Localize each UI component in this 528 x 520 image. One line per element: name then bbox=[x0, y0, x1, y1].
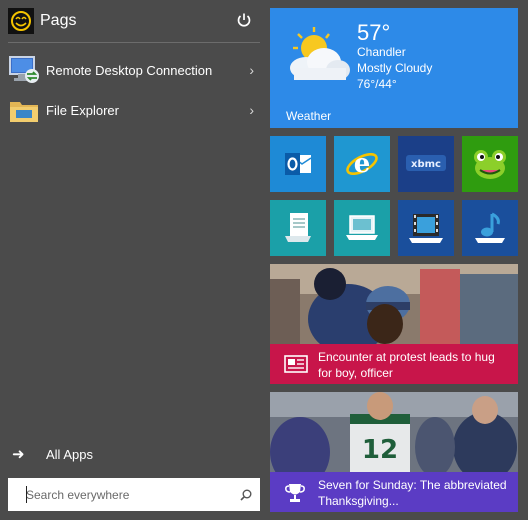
document-tile[interactable] bbox=[270, 200, 326, 256]
svg-text:12: 12 bbox=[362, 435, 398, 465]
app-label: File Explorer bbox=[46, 102, 119, 118]
search-box[interactable] bbox=[8, 478, 260, 511]
newspaper-icon bbox=[284, 355, 308, 373]
start-menu: Pags Remote Desktop Connection › File Ex… bbox=[0, 0, 528, 520]
laptop-icon bbox=[346, 215, 378, 240]
user-account[interactable]: Pags bbox=[8, 8, 260, 34]
music-note-icon bbox=[475, 212, 505, 243]
outlook-icon bbox=[285, 153, 312, 175]
power-icon bbox=[237, 13, 251, 27]
news-tile[interactable]: Encounter at protest leads to hug for bo… bbox=[270, 264, 518, 384]
all-apps-label: All Apps bbox=[46, 446, 93, 462]
sports-photo: 12 bbox=[270, 392, 518, 472]
text-caret bbox=[26, 486, 27, 503]
arrow-right-icon: ➜ bbox=[12, 446, 25, 463]
chevron-right-icon[interactable]: › bbox=[249, 62, 254, 78]
app-item-remote-desktop[interactable]: Remote Desktop Connection › bbox=[8, 54, 260, 86]
laptop-tile[interactable] bbox=[334, 200, 390, 256]
weather-temperature: 57° bbox=[357, 20, 391, 45]
folder-icon bbox=[8, 94, 40, 126]
chevron-right-icon[interactable]: › bbox=[249, 102, 254, 118]
search-input[interactable] bbox=[26, 487, 240, 502]
divider bbox=[8, 42, 260, 43]
partly-cloudy-icon bbox=[290, 27, 350, 80]
news-headline: Encounter at protest leads to hug for bo… bbox=[318, 350, 495, 380]
search-icon[interactable] bbox=[240, 489, 252, 501]
frog-icon bbox=[474, 150, 506, 179]
internet-explorer-icon: e bbox=[346, 149, 378, 179]
avatar[interactable] bbox=[8, 8, 34, 34]
weather-range: 76°/44° bbox=[357, 77, 397, 91]
smiley-avatar-icon bbox=[11, 11, 31, 31]
xbmc-tile[interactable]: xbmc bbox=[398, 136, 454, 192]
film-icon bbox=[409, 214, 443, 243]
svg-text:e: e bbox=[354, 149, 371, 179]
weather-condition: Mostly Cloudy bbox=[357, 61, 433, 75]
sports-headline: Seven for Sunday: The abbreviated Thanks… bbox=[318, 478, 507, 508]
outlook-tile[interactable] bbox=[270, 136, 326, 192]
power-button[interactable] bbox=[234, 10, 254, 30]
app-item-file-explorer[interactable]: File Explorer › bbox=[8, 94, 260, 126]
user-name: Pags bbox=[40, 12, 77, 29]
news-caption: Encounter at protest leads to hug for bo… bbox=[270, 344, 518, 384]
svg-text:xbmc: xbmc bbox=[411, 159, 441, 170]
document-icon bbox=[285, 213, 311, 242]
video-tile[interactable] bbox=[398, 200, 454, 256]
weather-city: Chandler bbox=[357, 45, 406, 59]
remote-desktop-icon bbox=[8, 54, 40, 86]
start-left-panel: Pags Remote Desktop Connection › File Ex… bbox=[0, 0, 268, 520]
sports-caption: Seven for Sunday: The abbreviated Thanks… bbox=[270, 472, 518, 512]
internet-explorer-tile[interactable]: e bbox=[334, 136, 390, 192]
news-photo bbox=[270, 264, 518, 344]
app-label: Remote Desktop Connection bbox=[46, 62, 213, 78]
weather-tile[interactable]: 57° Chandler Mostly Cloudy 76°/44° Weath… bbox=[270, 8, 518, 128]
trophy-icon bbox=[285, 484, 305, 502]
weather-tile-label: Weather bbox=[286, 109, 332, 123]
all-apps-button[interactable]: ➜ All Apps bbox=[12, 444, 93, 464]
xbmc-icon: xbmc bbox=[406, 155, 446, 171]
frogger-tile[interactable] bbox=[462, 136, 518, 192]
sports-tile[interactable]: 12 Seven for Sunday: The abbreviated Tha… bbox=[270, 392, 518, 512]
music-tile[interactable] bbox=[462, 200, 518, 256]
